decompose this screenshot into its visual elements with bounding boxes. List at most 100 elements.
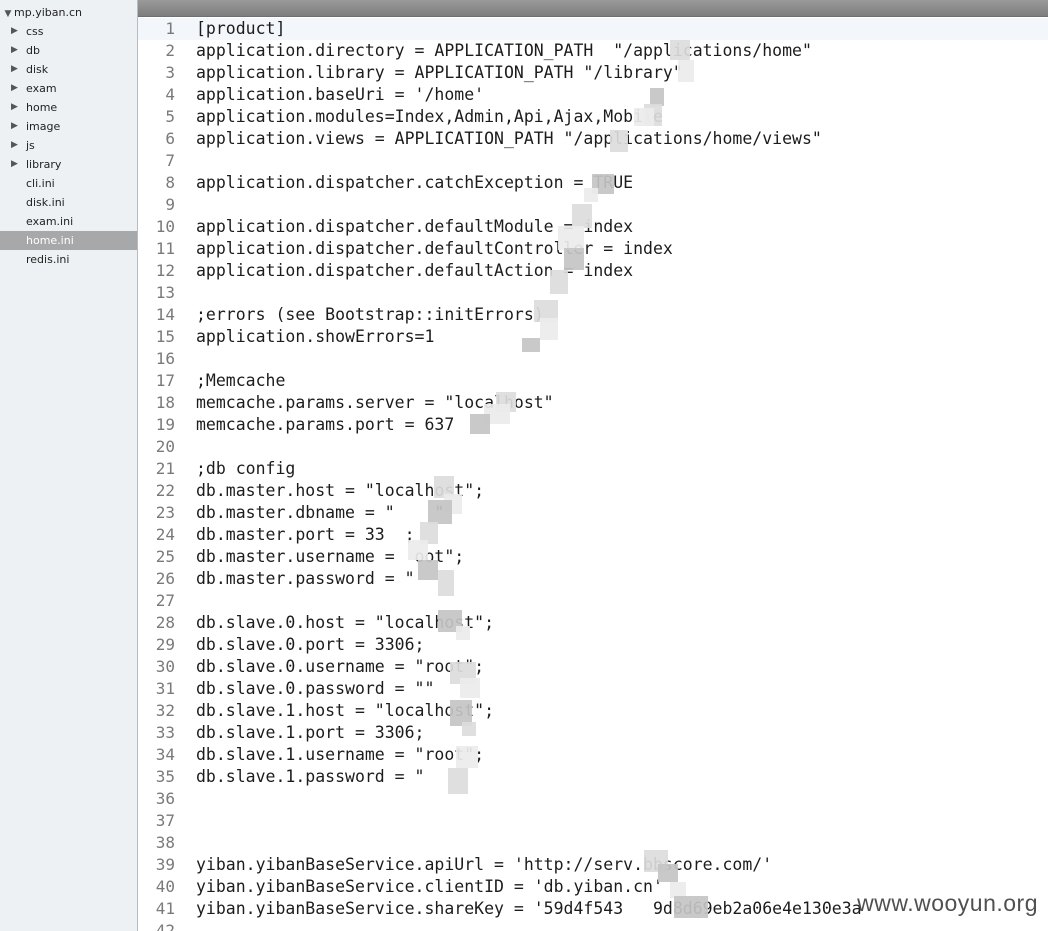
line-number: 19 xyxy=(155,415,175,434)
line-number: 22 xyxy=(155,481,175,500)
disclosure-closed-icon[interactable]: ▶ xyxy=(11,60,18,79)
line-text[interactable]: db.slave.0.port = 3306; xyxy=(196,634,424,656)
disclosure-closed-icon[interactable]: ▶ xyxy=(11,117,18,136)
line-text[interactable]: yiban.yibanBaseService.apiUrl = 'http://… xyxy=(196,854,772,876)
line-text[interactable]: ;errors (see Bootstrap::initErrors) xyxy=(196,304,544,326)
line-text[interactable]: db.slave.0.username = "root"; xyxy=(196,656,484,678)
disclosure-closed-icon[interactable]: ▶ xyxy=(11,79,18,98)
code-line[interactable]: 17 ;Memcache xyxy=(138,370,1048,392)
code-line[interactable]: 3 application.library = APPLICATION_PATH … xyxy=(138,62,1048,84)
code-line[interactable]: 10 application.dispatcher.defaultModule =… xyxy=(138,216,1048,238)
line-text[interactable]: ;db config xyxy=(196,458,295,480)
tree-item-home[interactable]: ▶ home xyxy=(0,98,137,117)
code-line[interactable]: 22 db.master.host = "localhost"; xyxy=(138,480,1048,502)
line-text[interactable]: [product] xyxy=(196,18,285,40)
root-folder-label: mp.yiban.cn xyxy=(14,6,82,19)
line-number: 39 xyxy=(155,855,175,874)
line-number: 4 xyxy=(165,85,175,104)
line-text[interactable]: db.master.dbname = " " xyxy=(196,502,444,524)
code-line[interactable]: 11 application.dispatcher.defaultControll… xyxy=(138,238,1048,260)
tree-item-image[interactable]: ▶ image xyxy=(0,117,137,136)
line-text[interactable]: db.slave.1.port = 3306; xyxy=(196,722,424,744)
code-line[interactable]: 1 [product] xyxy=(138,18,1048,40)
tree-item-redis-ini[interactable]: redis.ini xyxy=(0,250,137,269)
code-line[interactable]: 18 memcache.params.server = "localhost" xyxy=(138,392,1048,414)
disclosure-closed-icon[interactable]: ▶ xyxy=(11,98,18,117)
line-text[interactable]: application.modules=Index,Admin,Api,Ajax… xyxy=(196,106,663,128)
code-line[interactable]: 5 application.modules=Index,Admin,Api,Aja… xyxy=(138,106,1048,128)
disclosure-closed-icon[interactable]: ▶ xyxy=(11,22,18,41)
code-line[interactable]: 31 db.slave.0.password = "" xyxy=(138,678,1048,700)
line-text[interactable]: yiban.yibanBaseService.shareKey = '59d4f… xyxy=(196,898,862,920)
code-line[interactable]: 42 xyxy=(138,920,1048,931)
code-line[interactable]: 14 ;errors (see Bootstrap::initErrors) xyxy=(138,304,1048,326)
code-line[interactable]: 19 memcache.params.port = 637 xyxy=(138,414,1048,436)
line-text[interactable]: yiban.yibanBaseService.clientID = 'db.yi… xyxy=(196,876,663,898)
code-line[interactable]: 7 xyxy=(138,150,1048,172)
line-number: 11 xyxy=(155,239,175,258)
line-text[interactable]: application.directory = APPLICATION_PATH… xyxy=(196,40,812,62)
line-text[interactable]: ;Memcache xyxy=(196,370,285,392)
code-line[interactable]: 34 db.slave.1.username = "root"; xyxy=(138,744,1048,766)
disclosure-closed-icon[interactable]: ▶ xyxy=(11,155,18,174)
code-line[interactable]: 27 xyxy=(138,590,1048,612)
code-line[interactable]: 33 db.slave.1.port = 3306; xyxy=(138,722,1048,744)
tree-item-css[interactable]: ▶ css xyxy=(0,22,137,41)
line-text[interactable]: db.slave.0.password = "" xyxy=(196,678,434,700)
tree-item-exam[interactable]: ▶ exam xyxy=(0,79,137,98)
code-line[interactable]: 6 application.views = APPLICATION_PATH "/… xyxy=(138,128,1048,150)
code-line[interactable]: 25 db.master.username = oot"; xyxy=(138,546,1048,568)
code-line[interactable]: 13 xyxy=(138,282,1048,304)
file-tree-sidebar: ▼ mp.yiban.cn ▶ css ▶ db ▶ disk ▶ exam ▶ home ▶ imag… xyxy=(0,0,138,931)
line-number: 34 xyxy=(155,745,175,764)
mosaic-block xyxy=(550,270,568,294)
code-line[interactable]: 30 db.slave.0.username = "root"; xyxy=(138,656,1048,678)
line-text[interactable]: application.dispatcher.defaultController… xyxy=(196,238,673,260)
mosaic-block xyxy=(634,108,654,126)
tree-item-disk[interactable]: ▶ disk xyxy=(0,60,137,79)
disclosure-closed-icon[interactable]: ▶ xyxy=(11,136,18,155)
code-line[interactable]: 21 ;db config xyxy=(138,458,1048,480)
tree-item-library[interactable]: ▶ library xyxy=(0,155,137,174)
line-text[interactable]: db.slave.1.username = "root"; xyxy=(196,744,484,766)
code-line[interactable]: 2 application.directory = APPLICATION_PAT… xyxy=(138,40,1048,62)
line-text[interactable]: db.slave.1.password = " xyxy=(196,766,424,788)
disclosure-closed-icon[interactable]: ▶ xyxy=(11,41,18,60)
line-number: 8 xyxy=(165,173,175,192)
code-line[interactable]: 36 xyxy=(138,788,1048,810)
tree-item-js[interactable]: ▶ js xyxy=(0,136,137,155)
line-text[interactable]: application.views = APPLICATION_PATH "/a… xyxy=(196,128,822,150)
line-text[interactable]: application.baseUri = '/home' xyxy=(196,84,484,106)
code-area[interactable]: 1 [product] 2 application.directory = APPLI… xyxy=(138,18,1048,931)
line-text[interactable]: db.master.port = 33 ; xyxy=(196,524,415,546)
tree-item-cli-ini[interactable]: cli.ini xyxy=(0,174,137,193)
line-text[interactable]: db.master.password = " xyxy=(196,568,424,590)
tree-root-folder[interactable]: ▼ mp.yiban.cn xyxy=(0,3,137,22)
tree-item-disk-ini[interactable]: disk.ini xyxy=(0,193,137,212)
tree-item-db[interactable]: ▶ db xyxy=(0,41,137,60)
code-line[interactable]: 15 application.showErrors=1 xyxy=(138,326,1048,348)
code-line[interactable]: 4 application.baseUri = '/home' xyxy=(138,84,1048,106)
line-text[interactable]: application.library = APPLICATION_PATH "… xyxy=(196,62,683,84)
code-line[interactable]: 24 db.master.port = 33 ; xyxy=(138,524,1048,546)
line-text[interactable]: memcache.params.port = 637 xyxy=(196,414,454,436)
code-line[interactable]: 12 application.dispatcher.defaultAction =… xyxy=(138,260,1048,282)
code-editor[interactable]: 1 [product] 2 application.directory = APPLI… xyxy=(138,0,1048,931)
code-line[interactable]: 32 db.slave.1.host = "localhost"; xyxy=(138,700,1048,722)
tree-item-home-ini[interactable]: home.ini xyxy=(0,231,137,250)
line-number: 14 xyxy=(155,305,175,324)
mosaic-block xyxy=(408,540,428,560)
code-line[interactable]: 23 db.master.dbname = " " xyxy=(138,502,1048,524)
code-line[interactable]: 39 yiban.yibanBaseService.apiUrl = 'http:… xyxy=(138,854,1048,876)
tree-item-exam-ini[interactable]: exam.ini xyxy=(0,212,137,231)
line-text[interactable]: application.dispatcher.catchException = … xyxy=(196,172,633,194)
code-line[interactable]: 29 db.slave.0.port = 3306; xyxy=(138,634,1048,656)
code-line[interactable]: 37 xyxy=(138,810,1048,832)
code-line[interactable]: 20 xyxy=(138,436,1048,458)
code-line[interactable]: 26 db.master.password = " xyxy=(138,568,1048,590)
line-text[interactable]: application.showErrors=1 xyxy=(196,326,434,348)
code-line[interactable]: 38 xyxy=(138,832,1048,854)
code-line[interactable]: 35 db.slave.1.password = " xyxy=(138,766,1048,788)
code-line[interactable]: 16 xyxy=(138,348,1048,370)
code-line[interactable]: 28 db.slave.0.host = "localhost"; xyxy=(138,612,1048,634)
